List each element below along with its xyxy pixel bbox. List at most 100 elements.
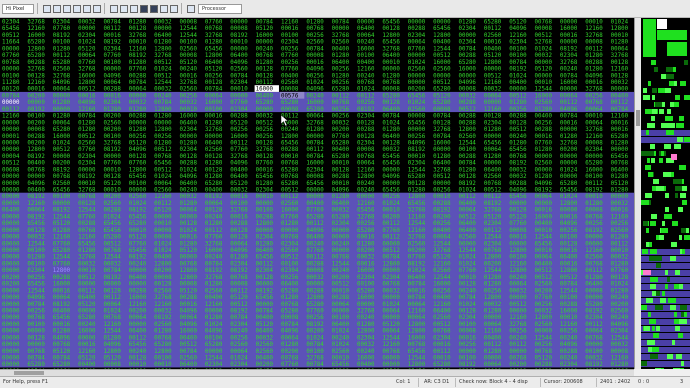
hex-cell[interactable]: 00032 xyxy=(78,20,95,26)
hex-cell[interactable]: 05120 xyxy=(180,60,198,66)
hex-cell[interactable]: 00784 xyxy=(509,60,527,66)
hex-cell[interactable]: 65456 xyxy=(382,188,400,194)
hex-cell[interactable]: 00016 xyxy=(205,114,223,120)
hex-cell[interactable]: 00200 xyxy=(433,214,451,220)
hex-cell[interactable]: 00768 xyxy=(103,315,121,321)
hex-cell[interactable]: 00032 xyxy=(611,80,628,86)
hex-cell[interactable]: 12160 xyxy=(433,261,451,267)
hex-cell[interactable]: 07760 xyxy=(281,214,299,220)
hex-cell[interactable]: 00016 xyxy=(560,120,578,126)
hex-cell[interactable]: 07760 xyxy=(78,147,96,153)
hex-cell[interactable]: 16000 xyxy=(78,329,96,335)
hex-cell[interactable]: 00240 xyxy=(560,356,578,362)
hex-cell[interactable]: 02560 xyxy=(484,174,502,180)
hex-cell[interactable]: 01280 xyxy=(458,167,476,173)
hex-cell[interactable]: 00112 xyxy=(560,100,577,106)
hex-cell[interactable]: 00784 xyxy=(180,349,198,355)
hex-cell[interactable]: 01280 xyxy=(281,342,299,348)
view-mode-combo[interactable]: Hi Pixel xyxy=(2,3,34,14)
hex-cell[interactable]: 00240 xyxy=(560,335,578,341)
hex-cell[interactable]: 00768 xyxy=(154,154,172,160)
hex-cell[interactable]: 00112 xyxy=(230,288,247,294)
hex-cell[interactable]: 32768 xyxy=(332,33,350,39)
hex-cell[interactable]: 12160 xyxy=(484,80,502,86)
hex-cell[interactable]: 12800 xyxy=(103,349,121,355)
hex-cell[interactable]: 01024 xyxy=(458,255,476,261)
hex-cell[interactable]: 02560 xyxy=(332,40,350,46)
hex-cell[interactable]: 00000 xyxy=(509,308,527,314)
hex-cell[interactable]: 00000 xyxy=(433,73,451,79)
hex-cell[interactable]: 12544 xyxy=(205,356,223,362)
hex-cell[interactable]: 65280 xyxy=(332,214,350,220)
hex-cell[interactable]: 00768 xyxy=(509,154,527,160)
hex-cell[interactable]: 00000 xyxy=(382,268,400,274)
hex-cell[interactable]: 12160 xyxy=(78,235,96,241)
hex-cell[interactable]: 00010 xyxy=(281,154,299,160)
hex-cell[interactable]: 00784 xyxy=(408,295,426,301)
hex-cell[interactable]: 08192 xyxy=(129,255,146,261)
hex-cell[interactable]: 00112 xyxy=(357,93,374,99)
hex-cell[interactable]: 00010 xyxy=(585,20,603,26)
hex-cell[interactable]: 00200 xyxy=(408,87,426,93)
hex-cell[interactable]: 00288 xyxy=(535,362,553,368)
hex-cell[interactable]: 01024 xyxy=(103,214,121,220)
hex-cell[interactable]: 00000 xyxy=(382,167,400,173)
hex-cell[interactable]: 00400 xyxy=(535,221,553,227)
hex-cell[interactable]: 12544 xyxy=(433,46,451,52)
hex-cell[interactable]: 00128 xyxy=(129,26,147,32)
hex-cell[interactable]: 00112 xyxy=(256,80,273,86)
hex-cell[interactable]: 00256 xyxy=(230,127,248,133)
hex-cell[interactable]: 00768 xyxy=(585,335,603,341)
hex-cell[interactable]: 32768 xyxy=(509,322,527,328)
hex-cell[interactable]: 00000 xyxy=(458,33,476,39)
hex-cell[interactable]: 12544 xyxy=(611,335,629,341)
hex-cell[interactable]: 00000 xyxy=(408,80,426,86)
hex-cell[interactable]: 01280 xyxy=(357,322,375,328)
hex-cell[interactable]: 32768 xyxy=(408,208,426,214)
hex-cell[interactable]: 00000 xyxy=(560,87,578,93)
hex-cell[interactable]: 00000 xyxy=(2,302,20,308)
hex-cell[interactable]: 00010 xyxy=(535,80,553,86)
hex-cell[interactable]: 08192 xyxy=(509,161,526,167)
hex-cell[interactable]: 00000 xyxy=(154,214,172,220)
hex-cell[interactable]: 00288 xyxy=(103,87,121,93)
hex-cell[interactable]: 00768 xyxy=(484,248,502,254)
hex-cell[interactable]: 00000 xyxy=(2,362,20,368)
hex-cell[interactable]: 12800 xyxy=(458,127,476,133)
hex-cell[interactable]: 00000 xyxy=(129,93,147,99)
hex-cell[interactable]: 06400 xyxy=(382,53,400,59)
hex-cell[interactable]: 65456 xyxy=(281,140,299,146)
horizontal-scrollbar-thumb[interactable] xyxy=(14,371,44,375)
hex-cell[interactable]: 02304 xyxy=(103,100,121,106)
hex-cell[interactable]: 00768 xyxy=(154,335,172,341)
hex-cell[interactable]: 16000 xyxy=(205,248,223,254)
hex-cell[interactable]: 00256 xyxy=(433,188,451,194)
hex-cell[interactable]: 00200 xyxy=(408,248,426,254)
hex-cell[interactable]: 12160 xyxy=(154,302,172,308)
hex-cell[interactable]: 06400 xyxy=(205,60,223,66)
hex-cell[interactable]: 65280 xyxy=(27,53,45,59)
hex-cell[interactable]: 00200 xyxy=(103,194,121,200)
hex-cell[interactable]: 01280 xyxy=(535,107,553,113)
hex-cell[interactable]: 00768 xyxy=(53,174,71,180)
hex-cell[interactable]: 00256 xyxy=(306,315,324,321)
hex-cell[interactable]: 06400 xyxy=(180,362,198,368)
hex-cell[interactable]: 08192 xyxy=(230,308,247,314)
hex-cell[interactable]: 00000 xyxy=(53,154,71,160)
hex-cell[interactable]: 01280 xyxy=(611,188,629,194)
hex-cell[interactable]: 00200 xyxy=(27,120,45,126)
hex-cell[interactable]: 00288 xyxy=(458,154,476,160)
hex-cell[interactable]: 00288 xyxy=(129,114,147,120)
bookmark-icon[interactable] xyxy=(170,4,178,13)
hex-cell[interactable]: 00128 xyxy=(27,335,45,341)
minimap-canvas[interactable] xyxy=(641,18,690,369)
hex-cell[interactable]: 00032 xyxy=(332,208,349,214)
hex-cell[interactable]: 08192 xyxy=(256,288,273,294)
hex-cell[interactable]: 00000 xyxy=(256,107,274,113)
hex-cell[interactable]: 00032 xyxy=(78,261,95,267)
hex-cell[interactable]: 00128 xyxy=(205,167,223,173)
hex-cell[interactable]: 08192 xyxy=(53,302,70,308)
hex-cell[interactable]: 12160 xyxy=(484,329,502,335)
hex-cell[interactable]: 00010 xyxy=(332,181,350,187)
hex-cell[interactable]: 02304 xyxy=(408,33,426,39)
